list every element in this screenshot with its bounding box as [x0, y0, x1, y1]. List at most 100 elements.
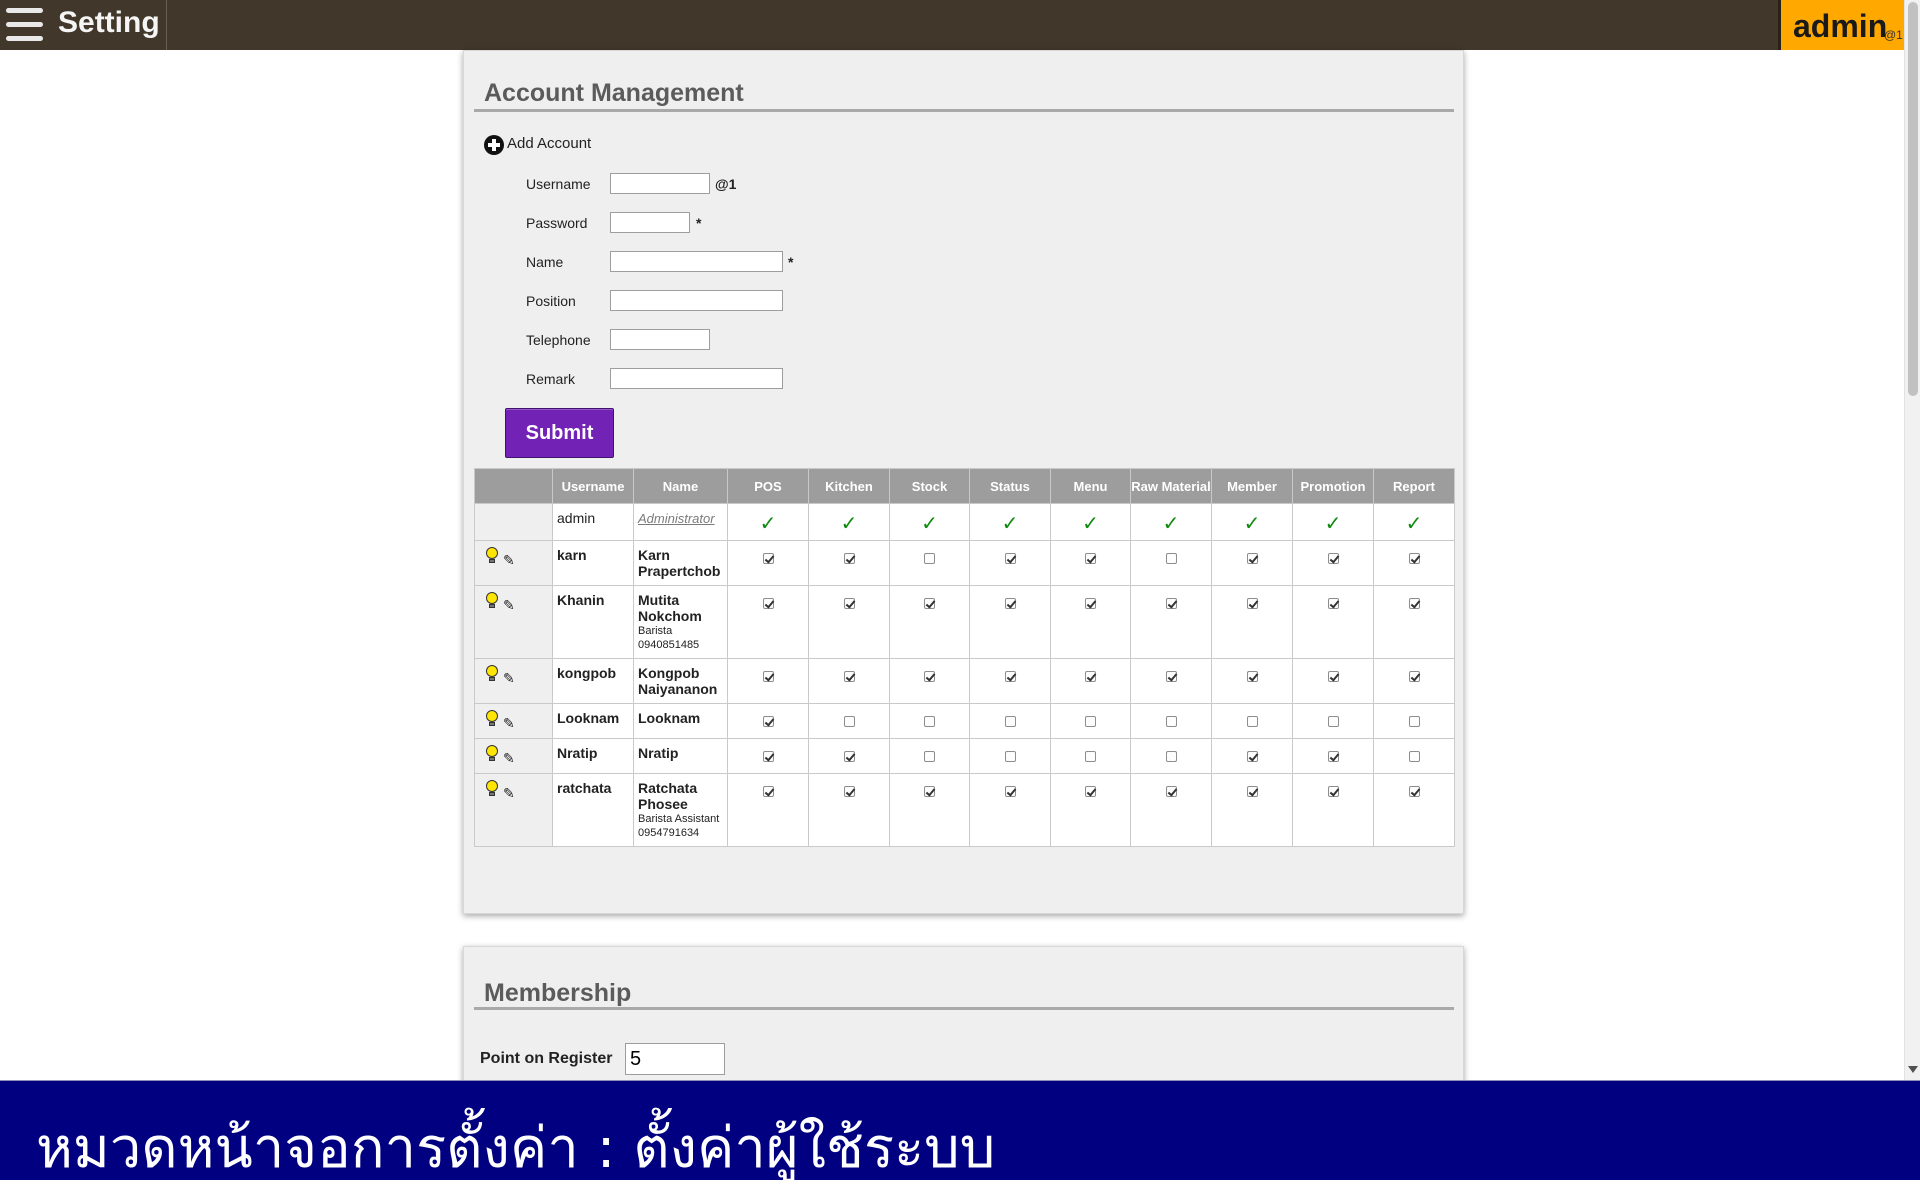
- password-input[interactable]: [610, 212, 690, 233]
- permission-checkbox[interactable]: [762, 751, 774, 762]
- permission-cell: [969, 658, 1051, 704]
- permission-checkbox[interactable]: [1165, 671, 1177, 682]
- caption-text: หมวดหน้าจอการตั้งค่า : ตั้งค่าผู้ใช้ระบบ: [36, 1116, 996, 1181]
- permission-checkbox[interactable]: [1327, 786, 1339, 797]
- telephone-input[interactable]: [610, 329, 710, 350]
- permission-checkbox[interactable]: [762, 786, 774, 797]
- permission-checkbox[interactable]: [1165, 751, 1177, 762]
- permission-cell: [889, 658, 970, 704]
- permission-checkbox[interactable]: [1246, 716, 1258, 727]
- point-on-register-input[interactable]: [625, 1043, 725, 1075]
- permission-checkbox[interactable]: [843, 671, 855, 682]
- scroll-down-arrow-icon[interactable]: [1908, 1066, 1918, 1073]
- permission-checkbox[interactable]: [1004, 716, 1016, 727]
- permission-checkbox[interactable]: [843, 751, 855, 762]
- column-header: Status: [969, 468, 1051, 504]
- permission-checkbox[interactable]: [843, 553, 855, 564]
- permission-checkbox[interactable]: [1408, 716, 1420, 727]
- permission-checkbox[interactable]: [1246, 598, 1258, 609]
- permission-cell: ✓: [1292, 503, 1374, 541]
- remark-label: Remark: [526, 371, 576, 387]
- permission-checkbox[interactable]: [762, 671, 774, 682]
- permission-checkbox[interactable]: [1004, 751, 1016, 762]
- edit-pencil-icon[interactable]: ✎: [503, 597, 515, 614]
- permission-checkbox[interactable]: [1408, 786, 1420, 797]
- permission-checkbox[interactable]: [1327, 598, 1339, 609]
- permission-checkbox[interactable]: [924, 716, 935, 727]
- permission-checkbox[interactable]: [924, 751, 935, 762]
- permission-checkbox[interactable]: [1004, 553, 1016, 564]
- username-input[interactable]: [610, 173, 710, 194]
- permission-checkbox[interactable]: [1085, 786, 1096, 797]
- permission-cell: [889, 540, 970, 586]
- permission-checkbox[interactable]: [1004, 598, 1016, 609]
- permission-checkbox[interactable]: [843, 786, 855, 797]
- scrollbar-thumb[interactable]: [1908, 2, 1918, 396]
- permission-checkbox[interactable]: [843, 716, 855, 727]
- permission-checkbox[interactable]: [1246, 553, 1258, 564]
- name-input[interactable]: [610, 251, 783, 272]
- permission-checkbox[interactable]: [1165, 786, 1177, 797]
- edit-pencil-icon[interactable]: ✎: [503, 785, 515, 802]
- permission-checkbox[interactable]: [1004, 786, 1016, 797]
- lightbulb-icon[interactable]: [485, 745, 499, 763]
- submit-button[interactable]: Submit: [505, 408, 614, 458]
- lightbulb-icon[interactable]: [485, 547, 499, 565]
- row-controls: [474, 503, 553, 541]
- lightbulb-icon[interactable]: [485, 665, 499, 683]
- permission-checkbox[interactable]: [924, 786, 935, 797]
- permission-cell: [1050, 738, 1131, 774]
- edit-pencil-icon[interactable]: ✎: [503, 670, 515, 687]
- user-full-name: Ratchata Phosee: [638, 780, 698, 812]
- edit-pencil-icon[interactable]: ✎: [503, 750, 515, 767]
- position-input[interactable]: [610, 290, 783, 311]
- account-heading: Account Management: [484, 79, 744, 107]
- edit-pencil-icon[interactable]: ✎: [503, 715, 515, 732]
- permission-checkbox[interactable]: [1165, 598, 1177, 609]
- admin-name-link[interactable]: Administrator: [638, 511, 715, 526]
- permission-checkbox[interactable]: [1085, 671, 1096, 682]
- remark-input[interactable]: [610, 368, 783, 389]
- username-cell: Nratip: [552, 738, 634, 774]
- user-full-name: Mutita Nokchom: [638, 592, 702, 624]
- permission-cell: [808, 773, 890, 847]
- permission-cell: [1130, 585, 1212, 659]
- lightbulb-icon[interactable]: [485, 780, 499, 798]
- permission-checkbox[interactable]: [1165, 553, 1177, 564]
- menu-button[interactable]: Setting: [0, 0, 167, 50]
- check-icon: ✓: [1162, 513, 1180, 535]
- user-badge[interactable]: admin @1: [1778, 0, 1904, 50]
- permission-checkbox[interactable]: [1327, 716, 1339, 727]
- permission-checkbox[interactable]: [1085, 553, 1096, 564]
- permission-checkbox[interactable]: [1085, 751, 1096, 762]
- permission-checkbox[interactable]: [1408, 751, 1420, 762]
- page-scrollbar[interactable]: [1904, 0, 1920, 1080]
- add-account-label: Add Account: [507, 135, 592, 152]
- permission-checkbox[interactable]: [924, 598, 935, 609]
- permission-checkbox[interactable]: [1165, 716, 1177, 727]
- permission-checkbox[interactable]: [1408, 671, 1420, 682]
- row-controls: ✎: [474, 703, 553, 739]
- lightbulb-icon[interactable]: [485, 592, 499, 610]
- permission-checkbox[interactable]: [1004, 671, 1016, 682]
- permission-checkbox[interactable]: [762, 553, 774, 564]
- permission-checkbox[interactable]: [1327, 671, 1339, 682]
- permission-checkbox[interactable]: [1085, 598, 1096, 609]
- permission-checkbox[interactable]: [1408, 553, 1420, 564]
- permission-checkbox[interactable]: [762, 716, 774, 727]
- page-title: Setting: [58, 6, 160, 39]
- permission-checkbox[interactable]: [762, 598, 774, 609]
- permission-checkbox[interactable]: [1085, 716, 1096, 727]
- permission-checkbox[interactable]: [843, 598, 855, 609]
- lightbulb-icon[interactable]: [485, 710, 499, 728]
- permission-checkbox[interactable]: [1246, 786, 1258, 797]
- permission-checkbox[interactable]: [1246, 751, 1258, 762]
- edit-pencil-icon[interactable]: ✎: [503, 552, 515, 569]
- permission-checkbox[interactable]: [1327, 553, 1339, 564]
- permission-checkbox[interactable]: [924, 553, 935, 564]
- permission-checkbox[interactable]: [1408, 598, 1420, 609]
- permission-cell: [1050, 703, 1131, 739]
- permission-checkbox[interactable]: [1246, 671, 1258, 682]
- permission-checkbox[interactable]: [1327, 751, 1339, 762]
- permission-checkbox[interactable]: [924, 671, 935, 682]
